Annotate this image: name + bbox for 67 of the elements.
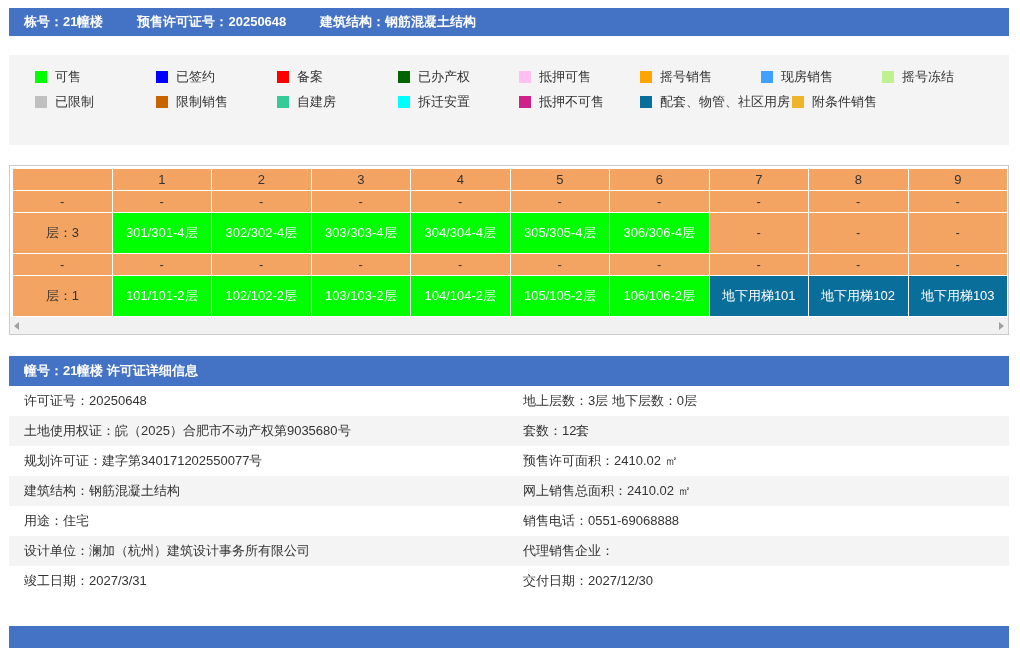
table-header-cell: 4	[410, 168, 510, 191]
unit-cell[interactable]: 地下用梯103	[908, 275, 1008, 317]
table-header-cell: 9	[908, 168, 1008, 191]
detail-text: 网上销售总面积：2410.02 ㎡	[523, 482, 692, 500]
unit-cell[interactable]: 103/103-2层	[311, 275, 411, 317]
table-header-cell: 5	[510, 168, 610, 191]
detail-text: 规划许可证：建字第340171202550077号	[24, 452, 264, 470]
horizontal-scrollbar[interactable]	[10, 317, 1008, 334]
unit-cell[interactable]: 303/303-4层	[311, 212, 411, 254]
legend-label: 已办产权	[418, 67, 470, 86]
legend-label: 已限制	[55, 92, 94, 111]
legend-label: 可售	[55, 67, 81, 86]
floor-label-cell: -	[12, 190, 112, 213]
scroll-left-icon[interactable]	[14, 321, 20, 330]
unit-cell[interactable]: 304/304-4层	[410, 212, 510, 254]
unit-cell[interactable]: 102/102-2层	[211, 275, 311, 317]
detail-text: 代理销售企业：	[523, 542, 615, 560]
table-header-cell: 7	[709, 168, 809, 191]
detail-text: 套数：12套	[523, 422, 591, 440]
unit-cell[interactable]: 306/306-4层	[609, 212, 709, 254]
header-info: 预售许可证号：20250648	[137, 13, 287, 31]
floor-label-cell: 层：1	[12, 275, 112, 317]
unit-cell[interactable]: 301/301-4层	[112, 212, 212, 254]
unit-cell[interactable]: 104/104-2层	[410, 275, 510, 317]
unit-cell[interactable]: 地下用梯101	[709, 275, 809, 317]
detail-text: 建筑结构：钢筋混凝土结构	[24, 482, 181, 500]
detail-text: 设计单位：澜加（杭州）建筑设计事务所有限公司	[24, 542, 311, 560]
legend-label: 自建房	[297, 92, 336, 111]
legend-label: 拆迁安置	[418, 92, 470, 111]
legend-label: 已签约	[176, 67, 215, 86]
unit-cell[interactable]: 302/302-4层	[211, 212, 311, 254]
detail-text: 土地使用权证：皖（2025）合肥市不动产权第9035680号	[24, 422, 352, 440]
detail-text: 预售许可面积：2410.02 ㎡	[523, 452, 679, 470]
legend-label: 配套、物管、社区用房	[660, 92, 790, 111]
section-title: 幢号：21幢楼 许可证详细信息	[24, 362, 199, 380]
detail-text: 许可证号：20250648	[24, 392, 148, 410]
detail-text: 竣工日期：2027/3/31	[24, 572, 148, 590]
unit-cell[interactable]: 106/106-2层	[609, 275, 709, 317]
table-header-cell: 8	[808, 168, 908, 191]
unit-cell[interactable]: 101/101-2层	[112, 275, 212, 317]
empty-cell: -	[808, 212, 908, 254]
legend-label: 抵押不可售	[539, 92, 604, 111]
detail-text: 用途：住宅	[24, 512, 90, 530]
detail-text: 交付日期：2027/12/30	[523, 572, 655, 590]
empty-cell: -	[709, 212, 809, 254]
legend-label: 摇号冻结	[902, 67, 954, 86]
empty-cell: -	[908, 212, 1008, 254]
legend-label: 限制销售	[176, 92, 228, 111]
detail-text: 销售电话：0551-69068888	[523, 512, 681, 530]
table-header-cell: 3	[311, 168, 411, 191]
floor-label-cell: 层：3	[12, 212, 112, 254]
legend-label: 摇号销售	[660, 67, 712, 86]
unit-cell[interactable]: 305/305-4层	[510, 212, 610, 254]
scroll-right-icon[interactable]	[998, 321, 1004, 330]
header-info: 栋号：21幢楼	[24, 13, 104, 31]
table-header-cell: 2	[211, 168, 311, 191]
unit-cell[interactable]: 地下用梯102	[808, 275, 908, 317]
legend-label: 现房销售	[781, 67, 833, 86]
floor-label-cell: -	[12, 253, 112, 276]
header-info: 建筑结构：钢筋混凝土结构	[320, 13, 477, 31]
legend-label: 备案	[297, 67, 323, 86]
legend-label: 抵押可售	[539, 67, 591, 86]
detail-text: 地上层数：3层 地下层数：0层	[523, 392, 699, 410]
legend-label: 附条件销售	[812, 92, 877, 111]
table-header-cell: 6	[609, 168, 709, 191]
unit-cell[interactable]: 105/105-2层	[510, 275, 610, 317]
table-header-cell: 1	[112, 168, 212, 191]
